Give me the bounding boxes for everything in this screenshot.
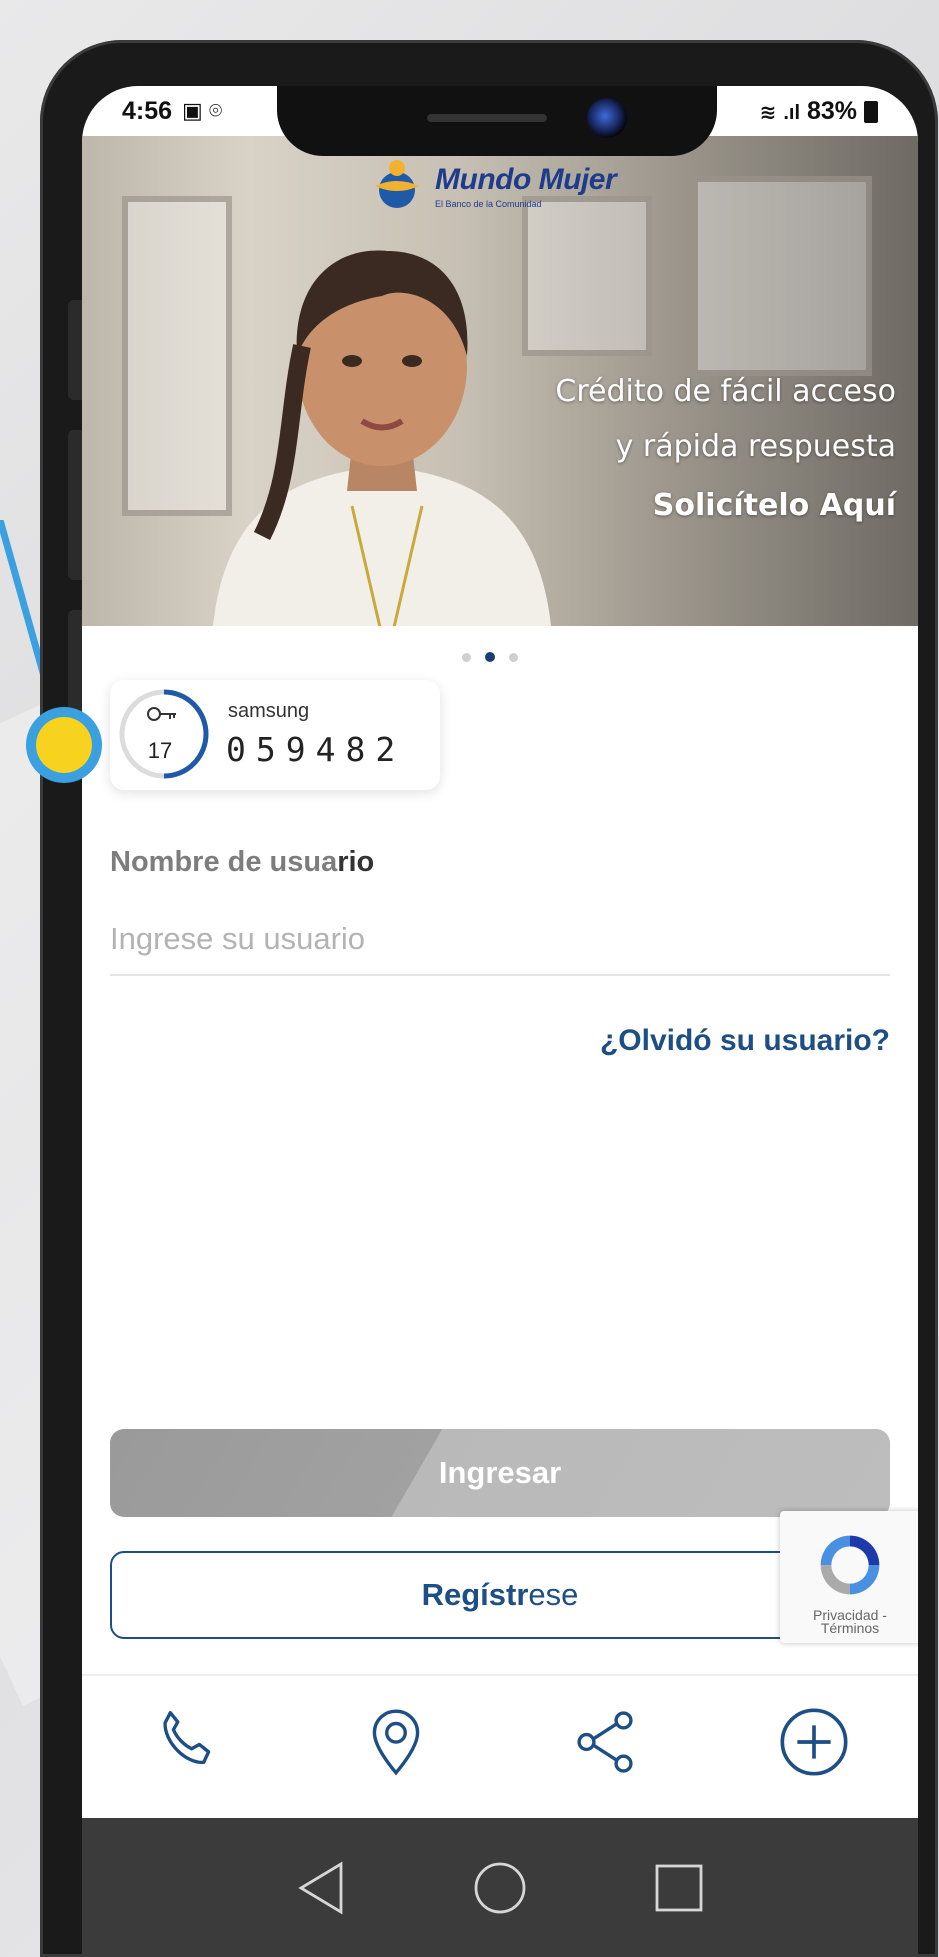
tab-share[interactable] bbox=[555, 1692, 655, 1792]
callout-marker bbox=[26, 707, 102, 783]
recents-square-icon bbox=[655, 1864, 703, 1911]
background-window bbox=[692, 176, 872, 376]
carousel-dot[interactable] bbox=[462, 652, 471, 662]
forgot-username-link[interactable]: ¿Olvidó su usuario? bbox=[600, 1024, 890, 1058]
status-indicators: ≋ .ıl 83% bbox=[760, 97, 878, 126]
carousel-dot-active[interactable] bbox=[485, 652, 495, 662]
brand-logo: Mundo Mujer El Banco de la Comunidad bbox=[367, 156, 617, 216]
otp-widget[interactable]: 17 samsung 059482 bbox=[110, 680, 440, 790]
home-circle-icon bbox=[474, 1862, 526, 1913]
recaptcha-icon bbox=[820, 1535, 880, 1595]
battery-percent: 83% bbox=[807, 96, 858, 125]
username-label: Nombre de usuario bbox=[110, 846, 375, 878]
brand-name: Mundo Mujer bbox=[435, 163, 617, 196]
signal-icon: .ıl bbox=[783, 101, 801, 124]
tab-location[interactable] bbox=[346, 1692, 446, 1792]
tab-call[interactable] bbox=[137, 1692, 237, 1792]
back-triangle-icon bbox=[298, 1861, 343, 1914]
front-camera bbox=[587, 98, 627, 138]
gallery-icon: ▣ ⌾ bbox=[182, 98, 223, 123]
woman-photo bbox=[213, 250, 551, 626]
login-button[interactable]: Ingresar bbox=[110, 1429, 890, 1517]
otp-timer-ring bbox=[119, 689, 209, 779]
carousel-indicator bbox=[462, 652, 518, 662]
register-button[interactable]: Regístr ese bbox=[110, 1551, 890, 1639]
phone-icon bbox=[162, 1711, 210, 1765]
otp-code: 059482 bbox=[226, 730, 406, 769]
otp-vendor: samsung bbox=[228, 700, 310, 722]
phone-screen: 4:56 ▣ ⌾ ≋ .ıl 83% Mundo Mujer El Banco … bbox=[82, 86, 918, 1957]
carousel-dot[interactable] bbox=[509, 652, 518, 662]
tab-more[interactable] bbox=[764, 1692, 864, 1792]
otp-countdown: 17 bbox=[147, 738, 173, 763]
plus-circle-icon bbox=[780, 1708, 847, 1776]
speaker-grille bbox=[427, 114, 547, 122]
brand-tagline: El Banco de la Comunidad bbox=[435, 199, 542, 209]
banner-headline-1: Crédito de fácil acceso bbox=[555, 374, 896, 409]
status-time: 4:56 bbox=[122, 96, 173, 125]
username-input[interactable] bbox=[110, 904, 890, 976]
brand-logo-icon bbox=[375, 160, 419, 208]
recaptcha-links[interactable]: Privacidad - Términos bbox=[780, 1608, 918, 1635]
banner-headline-2: y rápida respuesta bbox=[615, 429, 896, 464]
location-pin-icon bbox=[372, 1709, 419, 1776]
key-icon bbox=[147, 707, 176, 721]
banner-cta[interactable]: Solicítelo Aquí bbox=[653, 488, 896, 523]
camera-notch bbox=[277, 86, 717, 156]
bottom-tabbar bbox=[82, 1674, 918, 1808]
back-button[interactable] bbox=[291, 1858, 351, 1918]
promo-banner[interactable]: Mundo Mujer El Banco de la Comunidad Cré… bbox=[82, 136, 918, 626]
recents-button[interactable] bbox=[649, 1858, 709, 1918]
recaptcha-badge[interactable]: Privacidad - Términos bbox=[780, 1511, 918, 1643]
android-navbar bbox=[82, 1818, 918, 1957]
home-button[interactable] bbox=[470, 1858, 530, 1918]
wifi-icon: ≋ bbox=[759, 101, 777, 124]
battery-icon bbox=[864, 100, 878, 123]
share-icon bbox=[576, 1711, 633, 1773]
